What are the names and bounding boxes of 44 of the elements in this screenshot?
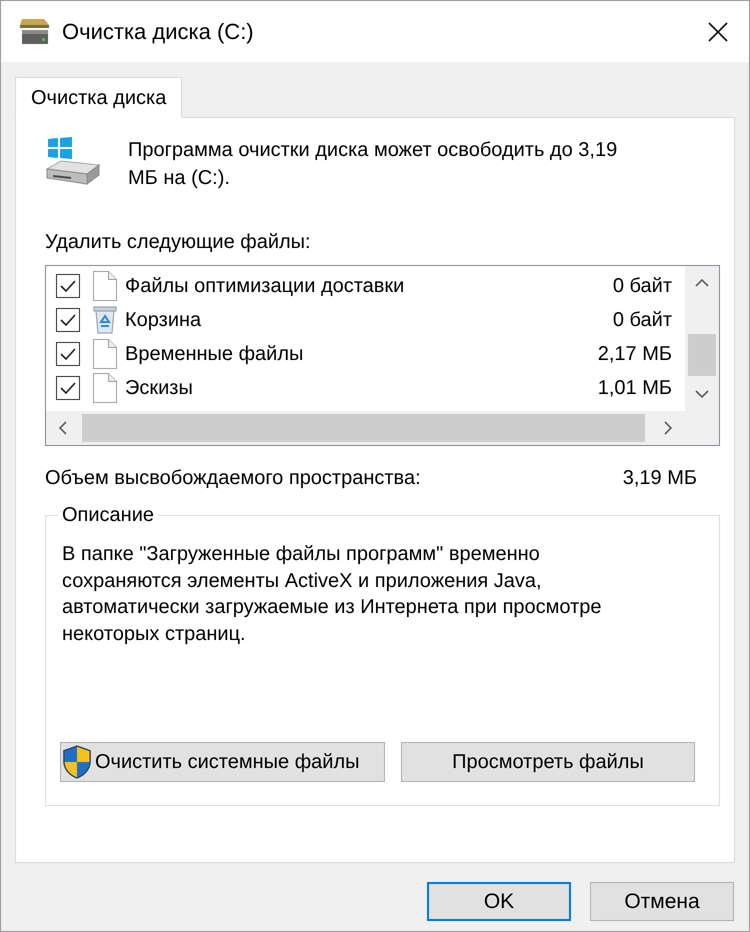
check-icon [60, 348, 76, 360]
window-title: Очистка диска (C:) [62, 18, 254, 46]
chevron-up-icon [695, 279, 709, 287]
file-size: 1,01 МБ [598, 376, 672, 400]
tab[interactable]: Очистка диска [15, 77, 182, 118]
chevron-left-icon [59, 421, 67, 435]
space-value: 3,19 МБ [622, 466, 697, 490]
disk-cleanup-icon [19, 18, 51, 46]
space-label: Объем высвобождаемого пространства: [45, 466, 421, 490]
close-icon [708, 22, 728, 42]
shield-icon [62, 745, 92, 779]
file-name: Корзина [125, 308, 202, 332]
document-icon [93, 373, 117, 403]
file-size: 0 байт [612, 308, 672, 332]
file-size: 0 байт [612, 274, 672, 298]
check-icon [60, 382, 76, 394]
ok-button[interactable]: OK [427, 882, 571, 921]
chevron-right-icon [664, 421, 672, 435]
recycle-bin-icon [93, 306, 117, 334]
cancel-button[interactable]: Отмена [590, 882, 734, 921]
checkbox[interactable] [56, 376, 80, 400]
file-name: Временные файлы [125, 342, 304, 366]
horizontal-scrollbar[interactable] [46, 411, 685, 445]
checkbox[interactable] [56, 274, 80, 298]
check-icon [60, 314, 76, 326]
file-name: Файлы оптимизации доставки [125, 274, 404, 298]
drive-icon [45, 136, 101, 186]
description-text: В папке "Загруженные файлы программ" временно сохраняются элементы ActiveX и приложения Java, автоматически загружаемые из Интернета при просмотре некоторых страниц. [62, 542, 603, 646]
vertical-scrollbar[interactable] [685, 266, 719, 411]
document-icon [93, 271, 117, 301]
check-icon [60, 280, 76, 292]
scrollbar-thumb[interactable] [688, 334, 716, 376]
summary-text: Программа очистки диска может освободить до 3,19 МБ на (C:). [128, 138, 618, 191]
file-name: Эскизы [125, 376, 193, 400]
files-label: Удалить следующие файлы: [45, 230, 312, 254]
clean-system-files-button[interactable]: Очистить системные файлы [60, 742, 385, 782]
chevron-down-icon [695, 390, 709, 398]
checkbox[interactable] [56, 342, 80, 366]
scrollbar-thumb[interactable] [82, 414, 645, 442]
file-size: 2,17 МБ [598, 342, 672, 366]
view-files-button[interactable]: Просмотреть файлы [401, 742, 695, 782]
checkbox[interactable] [56, 308, 80, 332]
group-title: Описание [61, 503, 156, 527]
document-icon [93, 339, 117, 369]
